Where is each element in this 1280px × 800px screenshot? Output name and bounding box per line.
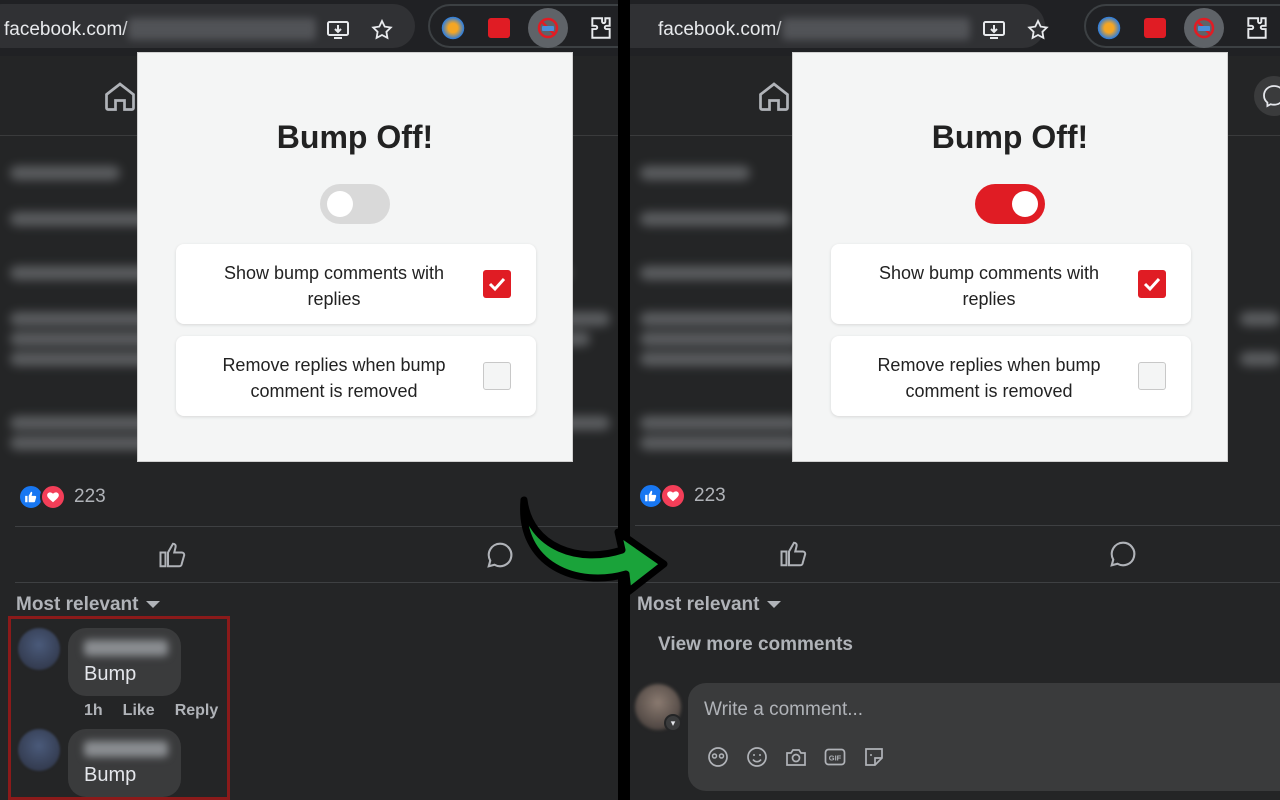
panel-separator: [618, 0, 630, 800]
option-label: Show bump comments with replies: [878, 263, 1100, 309]
browser-toolbar: facebook.com/: [0, 0, 618, 56]
option-show-bump-with-replies: Show bump comments with replies: [176, 244, 536, 324]
enable-toggle[interactable]: [975, 184, 1045, 224]
like-icon[interactable]: [158, 540, 188, 570]
bump-off-extension-button[interactable]: [1184, 8, 1224, 48]
remove-replies-checkbox[interactable]: [483, 362, 511, 390]
url-redacted: [128, 18, 316, 40]
reaction-count: 223: [694, 485, 726, 506]
url-redacted: [782, 18, 970, 40]
divider: [635, 525, 1280, 526]
popup-title: Bump Off!: [276, 119, 434, 155]
comment-sort-dropdown[interactable]: Most relevant: [16, 594, 161, 616]
gif-icon[interactable]: GIF: [823, 745, 847, 769]
option-remove-replies: Remove replies when bump comment is remo…: [176, 336, 536, 416]
reaction-summary[interactable]: 223: [18, 484, 106, 510]
emoji-icon[interactable]: [745, 745, 769, 769]
extensions-area: [428, 4, 618, 48]
sort-label: Most relevant: [16, 594, 139, 615]
extension-2-icon[interactable]: [1144, 18, 1166, 38]
sticker-icon[interactable]: [862, 745, 886, 769]
star-icon[interactable]: [370, 18, 394, 42]
chevron-down-icon: [146, 601, 161, 609]
messenger-icon[interactable]: [1254, 76, 1280, 116]
enable-toggle[interactable]: [320, 184, 390, 224]
reaction-count: 223: [74, 486, 106, 507]
home-icon[interactable]: [756, 78, 792, 114]
address-bar[interactable]: facebook.com/: [0, 4, 415, 48]
address-bar[interactable]: facebook.com/: [630, 4, 1049, 48]
love-reaction-icon: [40, 484, 66, 510]
toggle-knob: [327, 191, 353, 217]
camera-icon[interactable]: [784, 745, 808, 769]
toggle-knob: [1012, 191, 1038, 217]
chevron-down-icon: [767, 601, 782, 609]
star-icon[interactable]: [1026, 18, 1050, 42]
remove-replies-checkbox[interactable]: [1138, 362, 1166, 390]
avatar-icon[interactable]: [706, 745, 730, 769]
option-remove-replies: Remove replies when bump comment is remo…: [831, 336, 1191, 416]
option-show-bump-with-replies: Show bump comments with replies: [831, 244, 1191, 324]
extension-1-icon[interactable]: [440, 15, 466, 41]
bump-off-popup: Bump Off! Show bump comments with replie…: [137, 52, 573, 462]
bump-comments-highlight: [8, 616, 230, 800]
browser-toolbar: facebook.com/: [630, 0, 1280, 56]
extension-1-icon[interactable]: [1096, 15, 1122, 41]
url-text: facebook.com/: [4, 19, 128, 40]
extensions-area: [1084, 4, 1280, 48]
bump-off-extension-button[interactable]: [528, 8, 568, 48]
bump-off-popup: Bump Off! Show bump comments with replie…: [792, 52, 1228, 462]
show-bump-replies-checkbox[interactable]: [483, 270, 511, 298]
show-bump-replies-checkbox[interactable]: [1138, 270, 1166, 298]
option-label: Remove replies when bump comment is remo…: [877, 355, 1101, 401]
comment-composer[interactable]: Write a comment... GIF: [688, 683, 1280, 791]
svg-text:GIF: GIF: [829, 754, 842, 763]
puzzle-icon[interactable]: [1244, 15, 1270, 41]
extension-2-icon[interactable]: [488, 18, 510, 38]
home-icon[interactable]: [102, 78, 138, 114]
option-label: Remove replies when bump comment is remo…: [222, 355, 446, 401]
puzzle-icon[interactable]: [588, 15, 614, 41]
like-icon[interactable]: [779, 539, 809, 569]
checkmark-icon: [1143, 277, 1161, 292]
install-icon[interactable]: [982, 18, 1006, 42]
left-screenshot-pane: facebook.com/ 223 Most relevant Bump 1h …: [0, 0, 618, 800]
comment-input-placeholder: Write a comment...: [704, 699, 864, 720]
view-more-comments-link[interactable]: View more comments: [658, 634, 853, 656]
url-text: facebook.com/: [658, 19, 782, 40]
right-screenshot-pane: facebook.com/ 223 Most relevant View mor…: [630, 0, 1280, 800]
popup-title: Bump Off!: [931, 119, 1089, 155]
divider: [635, 582, 1280, 583]
chevron-down-icon[interactable]: ▾: [664, 714, 682, 732]
option-label: Show bump comments with replies: [223, 263, 445, 309]
checkmark-icon: [488, 277, 506, 292]
comment-icon[interactable]: [1108, 539, 1138, 569]
install-icon[interactable]: [326, 18, 350, 42]
transition-arrow-icon: [520, 496, 668, 596]
